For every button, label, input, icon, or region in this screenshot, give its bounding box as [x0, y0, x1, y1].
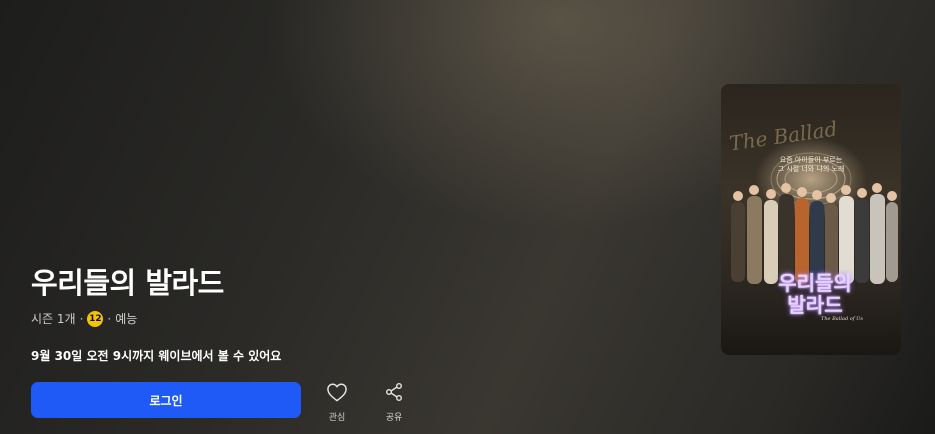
show-meta: 시즌 1개 · 12 · 예능 — [31, 310, 137, 327]
poster-logo: 우리들의 발라드 — [765, 272, 865, 316]
genre-label: 예능 — [115, 312, 138, 326]
poster-logo-line1: 우리들의 — [778, 271, 852, 295]
availability-notice: 9월 30일 오전 9시까지 웨이브에서 볼 수 있어요 — [31, 349, 282, 363]
age-rating-badge: 12 — [87, 310, 104, 327]
show-poster: The Ballad 요즘 아이들이 부르는 그 시절 너와 나의 노래 우리들… — [721, 84, 901, 355]
poster-tagline: 요즘 아이들이 부르는 그 시절 너와 나의 노래 — [721, 156, 901, 174]
poster-tagline-line1: 요즘 아이들이 부르는 — [779, 156, 843, 164]
poster-logo-line2: 발라드 — [787, 293, 843, 317]
show-title: 우리들의 발라드 — [31, 266, 224, 300]
heart-icon — [326, 382, 348, 406]
meta-separator: · — [107, 311, 112, 326]
share-icon — [384, 382, 404, 406]
season-count: 시즌 1개 — [31, 312, 76, 326]
like-label: 관심 — [328, 413, 346, 423]
poster-logo-subtitle: The Ballad of Us — [821, 316, 863, 322]
login-button[interactable]: 로그인 — [31, 382, 301, 418]
share-label: 공유 — [385, 413, 403, 423]
poster-tagline-line2: 그 시절 너와 나의 노래 — [777, 165, 845, 173]
meta-separator: · — [79, 311, 84, 326]
like-button[interactable]: 관심 — [317, 382, 357, 423]
hero-banner: 우리들의 발라드 시즌 1개 · 12 · 예능 9월 30일 오전 9시까지 … — [0, 0, 935, 434]
share-button[interactable]: 공유 — [374, 382, 414, 423]
